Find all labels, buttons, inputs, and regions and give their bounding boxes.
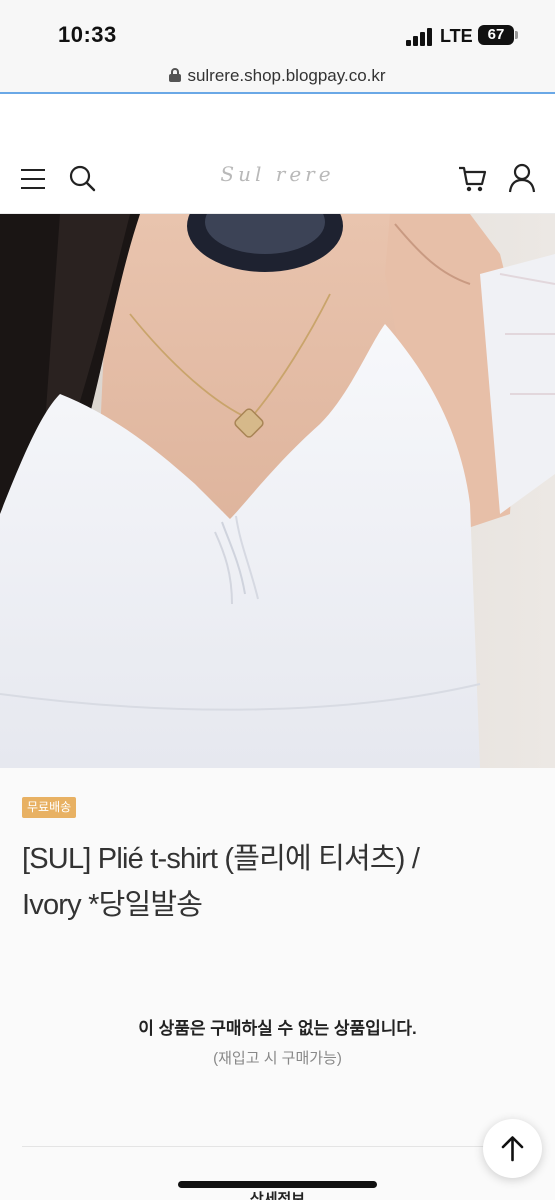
battery-level: 67 [487, 26, 505, 43]
signal-icon [406, 28, 434, 46]
user-icon[interactable] [506, 162, 538, 194]
status-time: 10:33 [58, 22, 117, 47]
restock-notice: (재입고 시 구매가능) [213, 1050, 342, 1067]
arrow-up-icon [501, 1136, 524, 1162]
header-spacer [0, 96, 555, 142]
battery-icon: 67 [478, 25, 514, 45]
site-header: Sul rere [0, 142, 555, 214]
network-label: LTE [440, 26, 473, 46]
status-bar: 10:33 LTE 67 [0, 0, 555, 62]
cart-icon[interactable] [456, 162, 488, 194]
product-title-line2: Ivory *당일발송 [22, 889, 203, 921]
product-image[interactable] [0, 214, 555, 768]
url-text: sulrere.shop.blogpay.co.kr [187, 66, 386, 85]
home-indicator[interactable] [178, 1181, 377, 1188]
product-title: [SUL] Plié t-shirt (플리에 티셔츠) / Ivory *당일… [22, 836, 522, 928]
url-bar[interactable]: sulrere.shop.blogpay.co.kr [0, 62, 555, 94]
unavailable-notice: 이 상품은 구매하실 수 없는 상품입니다. [138, 1019, 417, 1038]
product-info: 무료배송 [SUL] Plié t-shirt (플리에 티셔츠) / Ivor… [0, 768, 555, 1200]
tab-detail-info[interactable]: 상세정보 [0, 1188, 555, 1200]
scroll-to-top-button[interactable] [483, 1119, 542, 1178]
divider [22, 1146, 533, 1147]
battery-cap [515, 31, 518, 39]
product-title-line1: [SUL] Plié t-shirt (플리에 티셔츠) / [22, 843, 420, 875]
free-shipping-badge: 무료배송 [22, 797, 77, 818]
lock-icon [169, 68, 182, 82]
